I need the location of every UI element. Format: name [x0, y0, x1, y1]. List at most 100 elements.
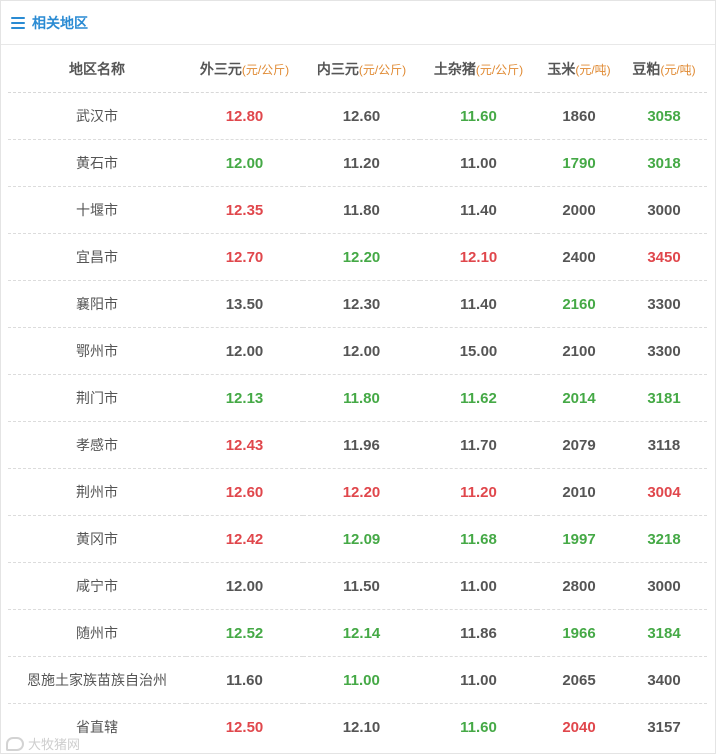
region-name[interactable]: 鄂州市	[8, 327, 186, 375]
soymeal-price: 3400	[621, 656, 707, 704]
region-name[interactable]: 襄阳市	[8, 280, 186, 328]
table-row[interactable]: 黄石市 12.00 11.20 11.00 1790 3018	[8, 139, 707, 187]
col-header-soymeal: 豆粕(元/吨)	[621, 45, 707, 93]
corn-price: 1860	[537, 92, 621, 140]
corn-price: 1966	[537, 609, 621, 657]
corn-price: 2065	[537, 656, 621, 704]
neisanyuan-price: 12.10	[342, 718, 381, 736]
soymeal-price: 3450	[621, 233, 707, 281]
neisanyuan-price: 12.60	[303, 92, 420, 140]
neisanyuan-price: 11.00	[303, 656, 420, 704]
waisanyuan-price: 12.00	[186, 139, 303, 187]
tuzazhu-price: 11.60	[420, 92, 537, 140]
tuzazhu-price: 11.00	[420, 656, 537, 704]
waisanyuan-price: 12.35	[186, 186, 303, 234]
corn-price: 2000	[537, 186, 621, 234]
waisanyuan-price: 12.00	[186, 562, 303, 610]
waisanyuan-price: 13.50	[186, 280, 303, 328]
neisanyuan-price: 11.50	[303, 562, 420, 610]
soymeal-price: 3058	[621, 92, 707, 140]
soymeal-price: 3300	[621, 327, 707, 375]
table-row[interactable]: 随州市 12.52 12.14 11.86 1966 3184	[8, 609, 707, 657]
table-row[interactable]: 咸宁市 12.00 11.50 11.00 2800 3000	[8, 562, 707, 610]
region-name[interactable]: 黄冈市	[8, 515, 186, 563]
region-name[interactable]: 咸宁市	[8, 562, 186, 610]
logo-icon	[6, 736, 24, 751]
soymeal-price: 3300	[621, 280, 707, 328]
table-row[interactable]: 荆门市 12.13 11.80 11.62 2014 3181	[8, 374, 707, 422]
waisanyuan-price: 12.42	[186, 515, 303, 563]
soymeal-price: 3181	[621, 374, 707, 422]
menu-icon[interactable]	[11, 16, 25, 29]
waisanyuan-price: 12.43	[186, 421, 303, 469]
table-row[interactable]: 省直辖 12.50 12.10 11.60 2040 3157	[8, 704, 707, 751]
table-row[interactable]: 宜昌市 12.70 12.20 12.10 2400 3450	[8, 233, 707, 281]
waisanyuan-price: 11.60	[186, 656, 303, 704]
table-row[interactable]: 黄冈市 12.42 12.09 11.68 1997 3218	[8, 515, 707, 563]
soymeal-price: 3218	[621, 515, 707, 563]
neisanyuan-price: 11.96	[303, 421, 420, 469]
panel-title: 相关地区	[32, 14, 88, 31]
region-name[interactable]: 荆门市	[8, 374, 186, 422]
table-row[interactable]: 孝感市 12.43 11.96 11.70 2079 3118	[8, 421, 707, 469]
region-name[interactable]: 随州市	[8, 609, 186, 657]
tuzazhu-price: 11.60	[460, 718, 497, 736]
soymeal-price: 3157	[647, 718, 681, 736]
waisanyuan-price: 12.80	[186, 92, 303, 140]
col-header-waisanyuan: 外三元(元/公斤)	[186, 45, 303, 93]
region-name[interactable]: 恩施土家族苗族自治州	[8, 656, 186, 704]
table-row[interactable]: 鄂州市 12.00 12.00 15.00 2100 3300	[8, 327, 707, 375]
neisanyuan-price: 11.20	[303, 139, 420, 187]
corn-price: 2160	[537, 280, 621, 328]
tuzazhu-price: 11.40	[420, 280, 537, 328]
tuzazhu-price: 11.40	[420, 186, 537, 234]
soymeal-price: 3118	[621, 421, 707, 469]
waisanyuan-price: 12.70	[186, 233, 303, 281]
soymeal-price: 3004	[621, 468, 707, 516]
neisanyuan-price: 12.09	[303, 515, 420, 563]
corn-price: 1790	[537, 139, 621, 187]
table-row[interactable]: 武汉市 12.80 12.60 11.60 1860 3058	[8, 92, 707, 140]
corn-price: 2040	[562, 718, 596, 736]
tuzazhu-price: 12.10	[420, 233, 537, 281]
corn-price: 2014	[537, 374, 621, 422]
waisanyuan-price: 12.00	[186, 327, 303, 375]
soymeal-price: 3000	[621, 186, 707, 234]
neisanyuan-price: 12.30	[303, 280, 420, 328]
region-name[interactable]: 荆州市	[8, 468, 186, 516]
corn-price: 2100	[537, 327, 621, 375]
soymeal-price: 3184	[621, 609, 707, 657]
tuzazhu-price: 11.68	[420, 515, 537, 563]
corn-price: 2400	[537, 233, 621, 281]
table-header-row: 地区名称 外三元(元/公斤) 内三元(元/公斤) 土杂猪(元/公斤) 玉米(元/…	[8, 45, 707, 93]
col-header-neisanyuan: 内三元(元/公斤)	[303, 45, 420, 93]
table-row[interactable]: 十堰市 12.35 11.80 11.40 2000 3000	[8, 186, 707, 234]
neisanyuan-price: 12.20	[303, 233, 420, 281]
region-name[interactable]: 孝感市	[8, 421, 186, 469]
region-name[interactable]: 黄石市	[8, 139, 186, 187]
waisanyuan-price: 12.52	[186, 609, 303, 657]
tuzazhu-price: 11.86	[420, 609, 537, 657]
neisanyuan-price: 12.00	[303, 327, 420, 375]
price-table: 地区名称 外三元(元/公斤) 内三元(元/公斤) 土杂猪(元/公斤) 玉米(元/…	[8, 45, 707, 750]
neisanyuan-price: 11.80	[303, 374, 420, 422]
region-name[interactable]: 宜昌市	[8, 233, 186, 281]
watermark: 大牧猪网	[6, 734, 80, 753]
tuzazhu-price: 11.00	[420, 139, 537, 187]
table-row[interactable]: 襄阳市 13.50 12.30 11.40 2160 3300	[8, 280, 707, 328]
corn-price: 2079	[537, 421, 621, 469]
tuzazhu-price: 11.20	[420, 468, 537, 516]
region-name[interactable]: 十堰市	[8, 186, 186, 234]
region-name[interactable]: 武汉市	[8, 92, 186, 140]
col-header-region: 地区名称	[8, 45, 186, 93]
waisanyuan-price: 12.13	[186, 374, 303, 422]
waisanyuan-price: 12.50	[225, 718, 264, 736]
table-row[interactable]: 荆州市 12.60 12.20 11.20 2010 3004	[8, 468, 707, 516]
soymeal-price: 3000	[621, 562, 707, 610]
neisanyuan-price: 12.20	[303, 468, 420, 516]
tuzazhu-price: 11.00	[420, 562, 537, 610]
panel-header: 相关地区	[1, 1, 715, 45]
table-row[interactable]: 恩施土家族苗族自治州 11.60 11.00 11.00 2065 3400	[8, 656, 707, 704]
neisanyuan-price: 12.14	[303, 609, 420, 657]
tuzazhu-price: 15.00	[420, 327, 537, 375]
